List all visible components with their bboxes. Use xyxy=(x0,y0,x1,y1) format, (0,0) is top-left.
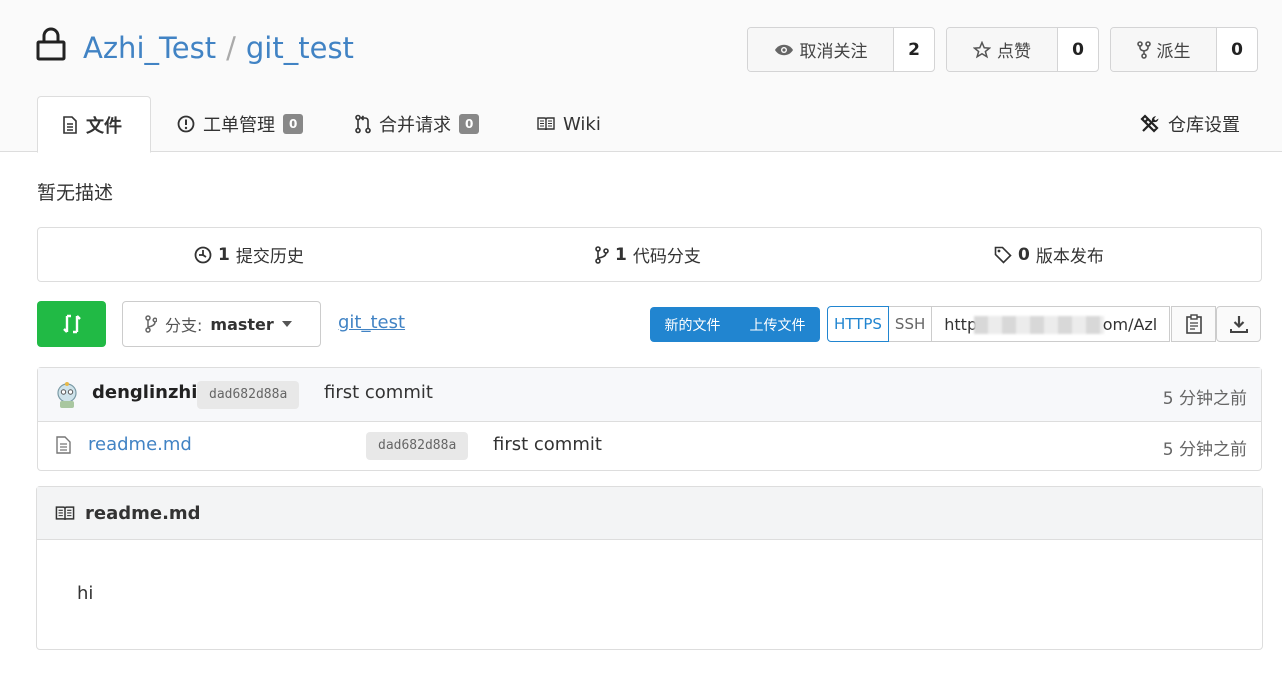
file-commit-sha[interactable]: dad682d88a xyxy=(366,432,469,460)
fork-label: 派生 xyxy=(1156,42,1191,62)
download-button[interactable] xyxy=(1216,306,1261,342)
latest-commit-row: denglinzhi dad682d88a first commit 5 分钟之… xyxy=(38,368,1261,422)
commit-author[interactable]: denglinzhi xyxy=(92,382,197,403)
readme-panel: readme.md hi xyxy=(36,486,1263,650)
tab-pull-requests[interactable]: 合并请求 0 xyxy=(355,96,480,152)
file-icon xyxy=(56,436,71,454)
commit-time: 5 分钟之前 xyxy=(1162,389,1247,409)
repo-owner-link[interactable]: Azhi_Test xyxy=(83,31,216,65)
releases-count: 0 xyxy=(1018,244,1030,265)
readme-header: readme.md xyxy=(37,487,1262,540)
file-actions-group: 新的文件 上传文件 xyxy=(650,307,820,342)
clipboard-icon xyxy=(1185,314,1202,334)
repo-description: 暂无描述 xyxy=(37,182,114,204)
tag-icon xyxy=(994,246,1012,264)
tab-issues-label: 工单管理 xyxy=(203,115,275,136)
branch-name: master xyxy=(210,314,274,334)
tab-files-label: 文件 xyxy=(86,115,122,137)
watch-count[interactable]: 2 xyxy=(894,28,934,71)
commits-label: 提交历史 xyxy=(235,247,304,267)
new-pull-request-button[interactable] xyxy=(37,301,106,347)
eye-icon xyxy=(774,44,793,55)
book-icon xyxy=(537,117,555,131)
fork-count[interactable]: 0 xyxy=(1217,28,1257,71)
file-text-icon xyxy=(63,115,77,134)
issue-icon xyxy=(177,115,195,133)
table-row[interactable]: readme.md dad682d88a first commit 5 分钟之前 xyxy=(38,422,1261,470)
branch-prefix: 分支: xyxy=(165,316,203,335)
history-icon xyxy=(194,246,212,263)
new-file-button[interactable]: 新的文件 xyxy=(650,315,735,335)
commit-sha[interactable]: dad682d88a xyxy=(197,381,300,409)
fork-icon xyxy=(1136,40,1151,59)
tools-icon xyxy=(1140,114,1159,133)
clone-url-input[interactable]: http om/Azl xyxy=(932,306,1171,342)
repo-title: Azhi_Test / git_test xyxy=(83,28,354,68)
branches-count: 1 xyxy=(615,244,627,265)
branch-icon xyxy=(145,315,157,333)
readme-content: hi xyxy=(77,583,94,604)
releases-stat[interactable]: 0 版本发布 xyxy=(994,228,1104,281)
readme-title: readme.md xyxy=(85,502,201,524)
breadcrumb-repo-link[interactable]: git_test xyxy=(338,312,405,333)
chevron-down-icon xyxy=(281,321,292,327)
compare-icon xyxy=(62,314,81,334)
commit-message: first commit xyxy=(324,382,433,403)
file-table: denglinzhi dad682d88a first commit 5 分钟之… xyxy=(37,367,1262,471)
branches-label: 代码分支 xyxy=(632,247,701,267)
avatar[interactable] xyxy=(52,380,82,410)
file-commit-message: first commit xyxy=(493,434,602,455)
commits-count: 1 xyxy=(218,244,230,265)
upload-file-button[interactable]: 上传文件 xyxy=(735,315,820,335)
clone-url-redacted xyxy=(974,316,1105,334)
ssh-toggle[interactable]: SSH xyxy=(888,306,933,342)
tab-wiki-label: Wiki xyxy=(563,113,601,135)
lock-icon xyxy=(36,27,66,61)
star-label: 点赞 xyxy=(997,42,1031,62)
watch-label: 取消关注 xyxy=(799,42,868,62)
file-name-link[interactable]: readme.md xyxy=(88,434,192,455)
file-commit-time: 5 分钟之前 xyxy=(1162,440,1247,460)
repo-name-link[interactable]: git_test xyxy=(246,31,354,65)
repo-separator: / xyxy=(226,31,236,65)
pull-requests-count-badge: 0 xyxy=(459,114,480,134)
branch-dropdown[interactable]: 分支: master xyxy=(122,301,321,347)
tab-wiki[interactable]: Wiki xyxy=(537,96,601,152)
repo-stats-bar: 1 提交历史 1 代码分支 0 版本发布 xyxy=(37,227,1262,282)
tab-files[interactable]: 文件 xyxy=(37,96,151,153)
fork-button[interactable]: 派生 0 xyxy=(1110,27,1258,72)
https-toggle[interactable]: HTTPS xyxy=(827,306,889,342)
clone-url-group: HTTPS SSH http om/Azl xyxy=(827,306,1171,342)
branches-stat[interactable]: 1 代码分支 xyxy=(595,228,701,281)
tab-settings[interactable]: 仓库设置 xyxy=(1140,96,1240,152)
releases-label: 版本发布 xyxy=(1035,247,1104,267)
issues-count-badge: 0 xyxy=(283,114,304,134)
tab-settings-label: 仓库设置 xyxy=(1168,115,1240,136)
clone-url-start: http xyxy=(944,314,978,334)
tab-issues[interactable]: 工单管理 0 xyxy=(177,96,304,152)
copy-url-button[interactable] xyxy=(1171,306,1216,342)
commits-stat[interactable]: 1 提交历史 xyxy=(194,228,304,281)
branch-icon xyxy=(595,245,609,264)
pull-request-icon xyxy=(355,114,371,134)
watch-button[interactable]: 取消关注 2 xyxy=(747,27,935,72)
clone-url-end: om/Azl xyxy=(1102,314,1158,334)
star-icon xyxy=(973,40,991,58)
book-icon xyxy=(55,505,75,520)
star-button[interactable]: 点赞 0 xyxy=(946,27,1099,72)
tab-pull-requests-label: 合并请求 xyxy=(379,115,451,136)
star-count[interactable]: 0 xyxy=(1058,28,1098,71)
download-icon xyxy=(1229,316,1248,333)
